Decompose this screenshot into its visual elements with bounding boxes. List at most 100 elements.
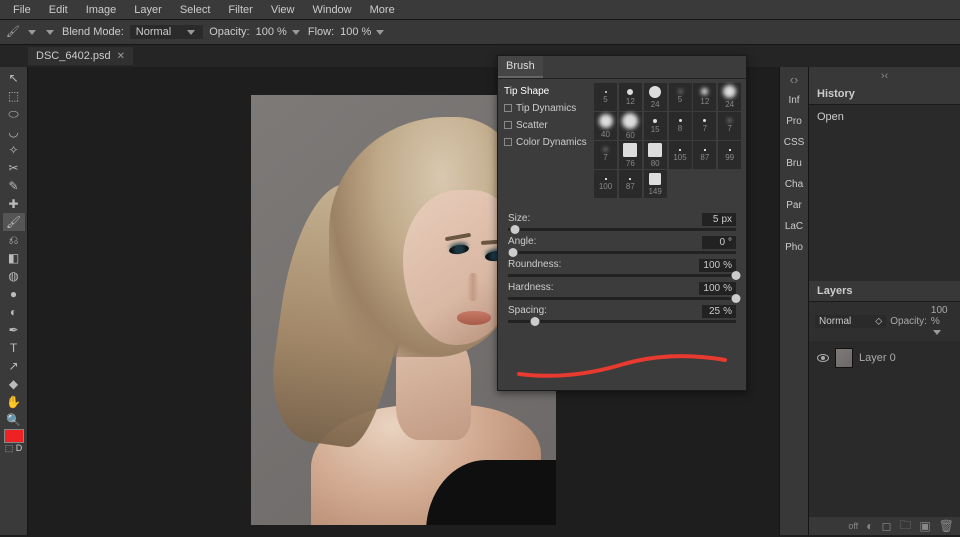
layers-panel: Layer 0 [809, 341, 960, 517]
brush-tip[interactable]: 15 [644, 112, 667, 140]
tool-move[interactable]: ↖ [3, 69, 25, 87]
brush-tip[interactable]: 87 [693, 141, 716, 169]
flow-label: Flow: [308, 26, 334, 38]
tool-hand[interactable]: ✋ [3, 393, 25, 411]
flow-value[interactable]: 100 % [340, 26, 386, 38]
close-icon[interactable]: ✕ [117, 51, 125, 62]
brush-tip[interactable]: 5 [594, 83, 617, 111]
tool-type[interactable]: T [3, 339, 25, 357]
brush-settings-dropdown[interactable] [46, 30, 54, 35]
history-panel: Open [809, 105, 960, 281]
slider-angle: Angle:0° [508, 236, 736, 254]
brush-section-scatter[interactable]: Scatter [504, 117, 590, 134]
brush-preset-dropdown[interactable] [28, 30, 36, 35]
brush-tab[interactable]: Brush [498, 56, 543, 78]
tool-stamp[interactable]: ⎌ [3, 231, 25, 249]
tool-lasso[interactable]: ◡ [3, 123, 25, 141]
brush-tip[interactable]: 149 [644, 170, 667, 198]
foreground-swatch[interactable] [4, 429, 24, 443]
layer-name[interactable]: Layer 0 [859, 352, 896, 364]
brush-tip[interactable]: 40 [594, 112, 617, 140]
tool-pen[interactable]: ✒ [3, 321, 25, 339]
slider-size: Size:5px [508, 213, 736, 231]
brush-tip[interactable]: 80 [644, 141, 667, 169]
brush-tip[interactable]: 7 [594, 141, 617, 169]
new-layer-icon[interactable]: ▣ [919, 519, 930, 533]
document-tab-label: DSC_6402.psd [36, 50, 111, 62]
brush-tip[interactable]: 5 [669, 83, 692, 111]
brush-tip[interactable]: 24 [644, 83, 667, 111]
menu-image[interactable]: Image [77, 4, 126, 16]
brush-tip[interactable]: 76 [619, 141, 642, 169]
brush-tip[interactable]: 7 [718, 112, 741, 140]
tool-brush[interactable]: 🖌 [3, 213, 25, 231]
brush-tip[interactable]: 87 [619, 170, 642, 198]
expand-icon[interactable]: ‹› [780, 67, 808, 85]
layer-opacity-value[interactable]: 100 % [931, 305, 954, 338]
panel-tab-inf[interactable]: Inf [780, 90, 808, 111]
brush-section-color-dynamics[interactable]: Color Dynamics [504, 134, 590, 151]
document-tab[interactable]: DSC_6402.psd ✕ [28, 47, 133, 65]
panel-tab-lac[interactable]: LaC [780, 216, 808, 237]
panel-tab-pro[interactable]: Pro [780, 111, 808, 132]
layers-panel-header[interactable]: Layers [809, 281, 960, 302]
brush-tip[interactable]: 12 [619, 83, 642, 111]
visibility-icon[interactable] [817, 354, 829, 362]
tool-path[interactable]: ↗ [3, 357, 25, 375]
brush-tip[interactable]: 60 [619, 112, 642, 140]
panel-tab-bru[interactable]: Bru [780, 153, 808, 174]
tool-patch[interactable]: ✚ [3, 195, 25, 213]
brush-sections: Tip ShapeTip DynamicsScatterColor Dynami… [498, 79, 590, 155]
layer-blend-select[interactable]: Normal ⬦ [815, 315, 886, 328]
tool-cursor[interactable]: ⬚ [3, 87, 25, 105]
menu-more[interactable]: More [361, 4, 404, 16]
tool-wand[interactable]: ✧ [3, 141, 25, 159]
brush-tip[interactable]: 99 [718, 141, 741, 169]
menu-select[interactable]: Select [171, 4, 220, 16]
history-item[interactable]: Open [813, 109, 956, 125]
tool-shape[interactable]: ◆ [3, 375, 25, 393]
panel-tab-pho[interactable]: Pho [780, 237, 808, 258]
brush-tip[interactable]: 8 [669, 112, 692, 140]
brush-tip[interactable]: 7 [693, 112, 716, 140]
slider-roundness: Roundness:100% [508, 259, 736, 277]
collapse-icon[interactable]: ›‹ [809, 67, 960, 84]
adjustment-icon[interactable]: ◐ [866, 519, 873, 533]
history-panel-header[interactable]: History [809, 84, 960, 105]
panel-tab-css[interactable]: CSS [780, 132, 808, 153]
tool-crop[interactable]: ✂ [3, 159, 25, 177]
menu-edit[interactable]: Edit [40, 4, 77, 16]
tool-dodge[interactable]: ◐ [3, 303, 25, 321]
menu-file[interactable]: File [4, 4, 40, 16]
brush-section-tip-shape[interactable]: Tip Shape [504, 83, 590, 100]
mask-icon[interactable]: ◻ [881, 519, 891, 533]
brush-tips: 512245122440601587777680105879910087149 [590, 79, 746, 202]
opacity-value[interactable]: 100 % [256, 26, 302, 38]
menu-filter[interactable]: Filter [219, 4, 261, 16]
tool-marquee[interactable]: ⬭ [3, 105, 25, 123]
menu-view[interactable]: View [262, 4, 304, 16]
menu-window[interactable]: Window [304, 4, 361, 16]
tool-blur[interactable]: ● [3, 285, 25, 303]
blend-mode-select[interactable]: Normal [130, 25, 203, 39]
tool-eyedrop[interactable]: ✎ [3, 177, 25, 195]
layer-row[interactable]: Layer 0 [813, 345, 956, 371]
swatch-reset[interactable]: ⬚ D [5, 443, 23, 454]
brush-tip[interactable]: 12 [693, 83, 716, 111]
trash-icon[interactable]: 🗑 [939, 519, 954, 533]
tool-eraser[interactable]: ◧ [3, 249, 25, 267]
slider-hardness: Hardness:100% [508, 282, 736, 300]
brush-tip[interactable]: 100 [594, 170, 617, 198]
tool-fill[interactable]: ◍ [3, 267, 25, 285]
folder-icon[interactable]: 🗀 [899, 516, 911, 537]
brush-sliders: Size:5px Angle:0° Roundness:100% Hardness:1… [498, 202, 746, 332]
brush-tip[interactable]: 24 [718, 83, 741, 111]
panel-tab-par[interactable]: Par [780, 195, 808, 216]
tool-zoom[interactable]: 🔍 [3, 411, 25, 429]
right-panels: ›‹ History Open Layers Normal ⬦ Opacity:… [808, 67, 960, 535]
menu-layer[interactable]: Layer [125, 4, 171, 16]
brush-section-tip-dynamics[interactable]: Tip Dynamics [504, 100, 590, 117]
panel-tab-cha[interactable]: Cha [780, 174, 808, 195]
layers-footer: off ◐ ◻ 🗀 ▣ 🗑 [809, 517, 960, 535]
brush-tip[interactable]: 105 [669, 141, 692, 169]
